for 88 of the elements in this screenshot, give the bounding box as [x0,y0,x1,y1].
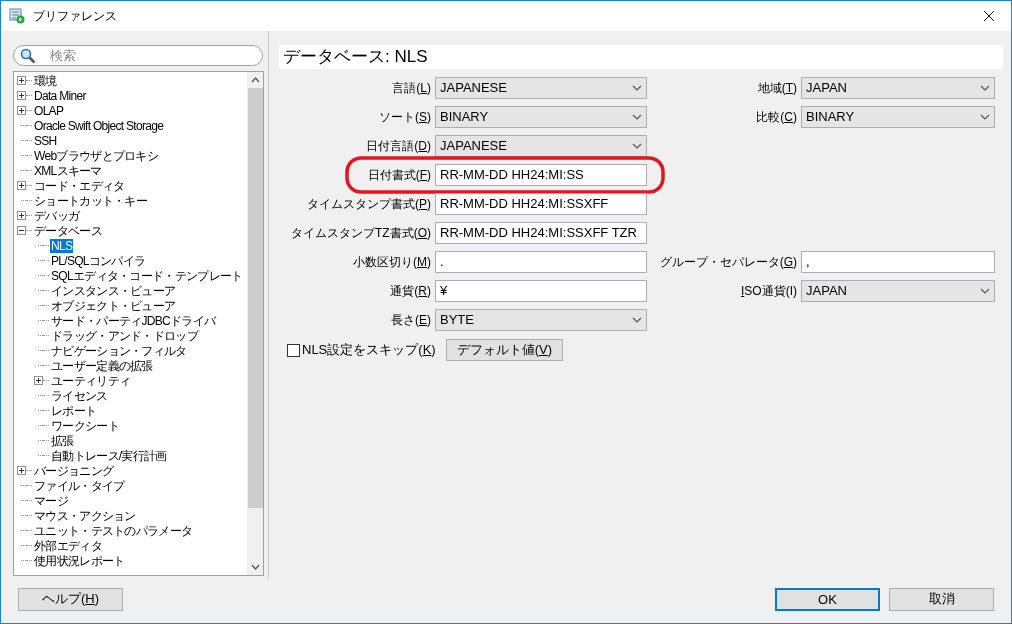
chevron-down-icon [980,288,990,294]
tree-item[interactable]: サード・パーティJDBCドライバ [50,313,217,328]
ok-button[interactable]: OK [775,587,880,611]
tree-item[interactable]: 自動トレース/実行計画 [50,448,168,463]
tree-item[interactable]: ライセンス [50,388,109,403]
tree-item[interactable]: マウス・アクション [33,508,137,523]
input-field[interactable]: , [801,251,995,273]
scrollbar[interactable] [247,72,263,575]
expand-icon[interactable] [17,466,26,475]
cancel-button[interactable]: 取消 [889,587,994,611]
dropdown[interactable]: JAPANESE [435,135,647,157]
chevron-down-icon [632,85,642,91]
input-field[interactable]: RR-MM-DD HH24:MI:SSXFF [435,193,647,215]
tree-item[interactable]: インスタンス・ビューア [50,283,177,298]
field-label: 長さ(E) [390,312,431,329]
tree-item[interactable]: OLAP [33,103,65,118]
field-label: 地域(T) [756,80,797,97]
tree-item[interactable]: XMLスキーマ [33,163,103,178]
expand-icon[interactable] [17,211,26,220]
field-label: ISO通貨(I) [740,283,797,300]
field-label: 通貨(R) [389,283,431,300]
chevron-down-icon [632,114,642,120]
input-field[interactable]: . [435,251,647,273]
field-label: タイムスタンプ書式(P) [306,196,431,213]
window-title: プリファレンス [33,8,117,25]
default-values-button[interactable]: デフォルト値(V) [445,339,563,361]
field-label: 小数区切り(M) [352,254,431,271]
tree-item[interactable]: 拡張 [50,433,75,448]
tree-item[interactable]: PL/SQLコンパイラ [50,253,147,268]
tree-item[interactable]: Data Miner [33,88,87,103]
dropdown[interactable]: JAPAN [801,77,995,99]
tree-item[interactable]: SQLエディタ・コード・テンプレート [50,268,244,283]
chevron-down-icon [632,143,642,149]
tree-item[interactable]: 外部エディタ [33,538,103,553]
dropdown[interactable]: BYTE [435,309,647,331]
close-icon [984,11,994,21]
field-label: 日付言語(D) [365,138,431,155]
help-button[interactable]: ヘルプ(H) [18,587,123,611]
tree-item[interactable]: ユーティリティ [50,373,132,388]
tree-item[interactable]: バージョニング [33,463,115,478]
tree-item[interactable]: ファイル・タイプ [33,478,126,493]
dropdown[interactable]: JAPANESE [435,77,647,99]
search-icon [20,47,36,64]
expand-icon[interactable] [17,76,26,85]
tree-item[interactable]: 環境 [33,73,58,88]
field-label: 言語(L) [391,80,431,97]
tree-item[interactable]: マージ [33,493,69,508]
chevron-down-icon [980,85,990,91]
app-icon [9,8,25,24]
tree-item[interactable]: Webブラウザとプロキシ [33,148,160,163]
tree-item[interactable]: データベース [33,223,103,238]
tree-item[interactable]: オブジェクト・ビューア [50,298,177,313]
input-field[interactable]: RR-MM-DD HH24:MI:SSXFF TZR [435,222,647,244]
expand-icon[interactable] [34,376,43,385]
tree-item[interactable]: レポート [50,403,98,418]
input-field[interactable]: ¥ [435,280,647,302]
tree-item[interactable]: ワークシート [50,418,120,433]
dropdown[interactable]: JAPAN [801,280,995,302]
field-label: 日付書式(F) [366,167,431,184]
tree-item[interactable]: ユーザー定義の拡張 [50,358,154,373]
tree-item[interactable]: Oracle Swift Object Storage [33,118,165,133]
field-label: 比較(C) [755,109,797,126]
tree-item[interactable]: ドラッグ・アンド・ドロップ [50,328,199,343]
dropdown[interactable]: BINARY [435,106,647,128]
chevron-down-icon [980,114,990,120]
page-title: データベース: NLS [279,45,1003,69]
tree-item[interactable]: 使用状況レポート [33,553,126,568]
chevron-down-icon [632,317,642,323]
tree-item[interactable]: ナビゲーション・フィルタ [50,343,188,358]
field-label: タイムスタンプTZ書式(O) [290,225,431,242]
field-label: ソート(S) [378,109,431,126]
checkbox-label[interactable]: NLS設定をスキップ(K) [302,340,436,360]
tree-item[interactable]: ショートカット・キー [33,193,148,208]
input-field[interactable]: RR-MM-DD HH24:MI:SS [435,164,647,186]
tree-item[interactable]: NLS [50,238,74,253]
search-field[interactable]: 検索 [13,45,263,66]
tree-item[interactable]: ユニット・テストのパラメータ [33,523,194,538]
tree-item[interactable]: SSH [33,133,58,148]
expand-icon[interactable] [17,106,26,115]
field-label: グループ・セパレータ(G) [658,254,797,271]
scrollbar-thumb[interactable] [247,88,263,508]
tree-item[interactable]: デバッガ [33,208,81,223]
expand-icon[interactable] [17,91,26,100]
checkbox[interactable] [287,343,300,357]
tree-item[interactable]: コード・エディタ [33,178,126,193]
dropdown[interactable]: BINARY [801,106,995,128]
collapse-icon[interactable] [17,226,26,235]
expand-icon[interactable] [17,181,26,190]
